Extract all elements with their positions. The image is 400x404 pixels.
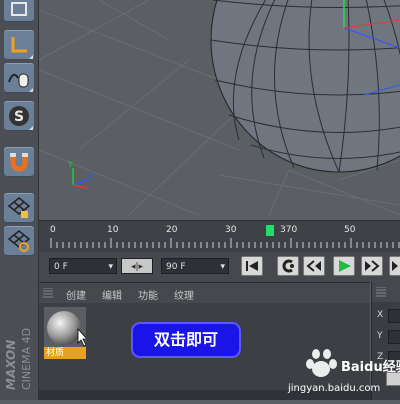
next-key-button[interactable]: [361, 256, 383, 276]
snap-tool-button[interactable]: S: [4, 101, 34, 131]
tick-label: 0: [50, 225, 56, 235]
start-frame-field[interactable]: 0 F ▾: [49, 258, 117, 274]
coords-header: [372, 282, 400, 302]
menu-function[interactable]: 功能: [138, 287, 158, 302]
axis-z-label: Z: [88, 173, 94, 182]
lock-grid-button[interactable]: [4, 193, 34, 223]
baidu-watermark: Baidu经验 jingyan.baidu.com: [283, 345, 400, 400]
current-frame-label: 370: [280, 225, 298, 235]
range-stepper[interactable]: ◂|▸: [121, 258, 153, 274]
coord-x-field[interactable]: [388, 309, 400, 323]
cinema4d-text: CINEMA 4D: [20, 328, 33, 390]
coord-y-field[interactable]: [388, 330, 400, 344]
go-to-start-button[interactable]: [241, 256, 263, 276]
maxon-logo: MAXON CINEMA 4D: [0, 290, 38, 400]
timeline-ruler[interactable]: 0 10 20 30 370 50: [39, 220, 400, 253]
menu-edit[interactable]: 编辑: [102, 287, 122, 302]
viewport-scene: Y Z: [39, 0, 400, 216]
skip-back-icon: [246, 261, 258, 271]
menu-create[interactable]: 创建: [66, 287, 86, 302]
end-frame-field[interactable]: 90 F ▾: [161, 258, 229, 274]
axis-tool-button[interactable]: [4, 30, 34, 60]
start-frame-value: 0 F: [54, 262, 68, 272]
grid-lock-icon: [7, 197, 31, 218]
key-loop-icon: [282, 259, 294, 273]
tick-label: 30: [225, 225, 237, 235]
box-tool-button[interactable]: [4, 0, 34, 22]
dropdown-icon: ▾: [220, 262, 225, 272]
play-icon: [339, 260, 351, 272]
next-key-icon: [365, 260, 380, 272]
dropdown-icon: ▾: [108, 262, 113, 272]
previous-key-button[interactable]: [303, 256, 325, 276]
panel-grip-icon: [43, 288, 53, 298]
material-preview-sphere: [44, 307, 88, 347]
magnet-tool-button[interactable]: [4, 147, 34, 177]
prev-key-icon: [306, 260, 321, 272]
maxon-text: MAXON: [4, 340, 18, 390]
spline-tool-button[interactable]: [4, 63, 34, 93]
axis-gizmo: Y Z: [67, 160, 94, 189]
box-icon: [11, 2, 27, 16]
baidu-paw-logo: Baidu经验 jingyan.baidu.com: [287, 349, 400, 394]
tick-label: 50: [344, 225, 356, 235]
magnet-icon: [10, 153, 28, 172]
material-menu-bar: 创建 编辑 功能 纹理: [39, 283, 370, 303]
refresh-grid-button[interactable]: [4, 226, 34, 256]
s-snap-icon: S: [9, 106, 29, 126]
transport-bar: 0 F ▾ ◂|▸ 90 F ▾: [39, 252, 400, 282]
coord-y-label: Y: [377, 331, 383, 341]
sphere-object: [210, 0, 400, 173]
end-frame-value: 90 F: [166, 262, 186, 272]
instruction-callout: 双击即可: [131, 322, 241, 358]
tick-label: 20: [166, 225, 178, 235]
grid-refresh-icon: [7, 230, 31, 252]
spline-mouse-icon: [8, 73, 29, 88]
3d-viewport[interactable]: Y Z: [39, 0, 400, 220]
panel-grip-icon: [376, 287, 386, 297]
svg-text:S: S: [14, 109, 24, 125]
coord-x-label: X: [377, 310, 384, 320]
material-swatch[interactable]: 材质: [44, 307, 88, 359]
tick-label: 10: [107, 225, 119, 235]
playhead[interactable]: [266, 225, 275, 236]
menu-texture[interactable]: 纹理: [174, 287, 194, 302]
axis-y-label: Y: [67, 160, 73, 169]
ruler-ticks: [50, 238, 400, 248]
material-name-label: 材质: [44, 347, 86, 359]
play-button[interactable]: [333, 256, 355, 276]
next-frame-button[interactable]: [389, 256, 400, 276]
record-key-button[interactable]: [277, 256, 299, 276]
axis-corner-icon: [11, 37, 27, 53]
watermark-brand: Baidu经验: [341, 359, 400, 375]
next-frame-icon: [392, 261, 398, 271]
watermark-url: jingyan.baidu.com: [287, 383, 380, 394]
